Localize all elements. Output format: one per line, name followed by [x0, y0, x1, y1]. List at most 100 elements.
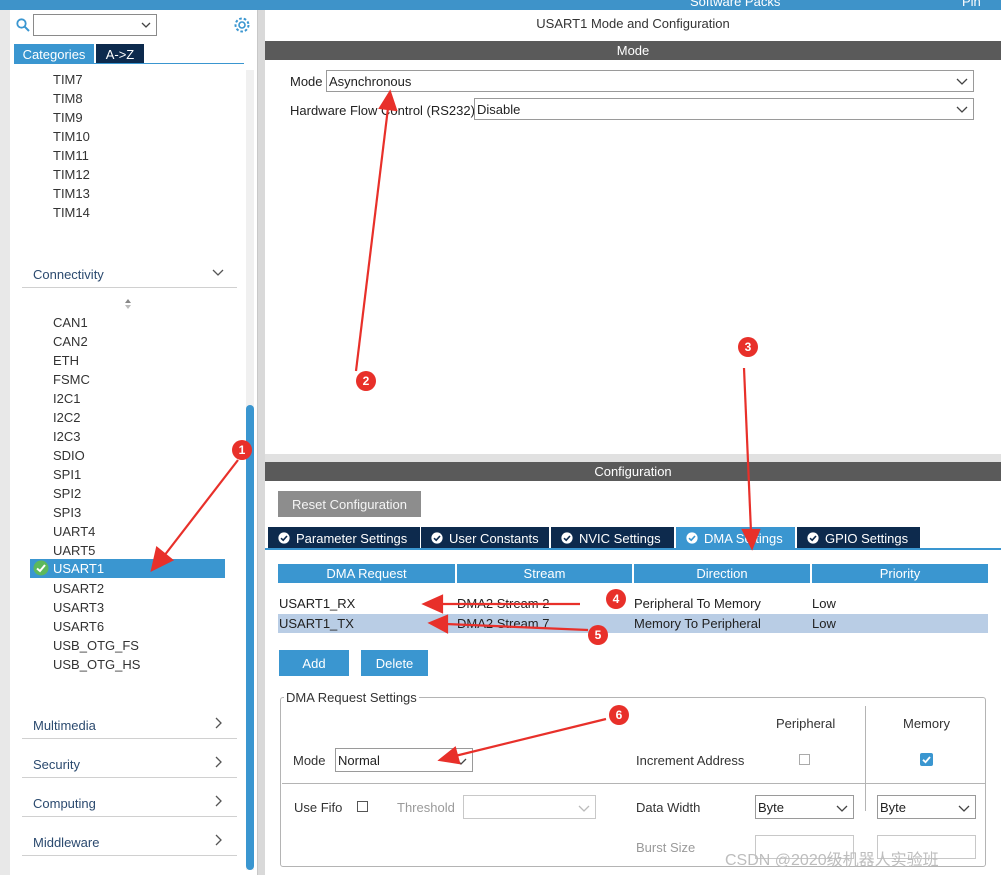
configuration-section-header: Configuration — [265, 462, 1001, 481]
table-row-selected[interactable]: USART1_TX DMA2 Stream 7 Memory To Periph… — [278, 614, 988, 633]
check-circle-icon — [686, 532, 698, 544]
cell-priority: Low — [812, 596, 836, 611]
column-header-direction[interactable]: Direction — [634, 564, 810, 583]
add-button[interactable]: Add — [279, 650, 349, 676]
mode-select[interactable]: Asynchronous — [326, 70, 974, 92]
peripheral-item[interactable]: I2C2 — [53, 410, 80, 425]
category-middleware[interactable]: Middleware — [22, 830, 237, 856]
peripheral-item[interactable]: TIM13 — [53, 186, 90, 201]
annotation-badge: 5 — [588, 625, 608, 645]
peripheral-item[interactable]: USART2 — [53, 581, 104, 596]
reset-configuration-button[interactable]: Reset Configuration — [278, 491, 421, 517]
pinout-menu[interactable]: Pin — [962, 0, 981, 9]
cell-stream: DMA2 Stream 2 — [457, 596, 550, 611]
use-fifo-checkbox[interactable] — [357, 801, 368, 812]
category-security[interactable]: Security — [22, 752, 237, 778]
peripheral-item[interactable]: USB_OTG_HS — [53, 657, 140, 672]
peripheral-item[interactable]: TIM11 — [53, 148, 89, 163]
chevron-down-icon — [141, 22, 151, 28]
tab-user-constants[interactable]: User Constants — [421, 527, 549, 549]
dma-mode-label: Mode — [293, 753, 326, 768]
peripheral-item[interactable]: TIM12 — [53, 167, 90, 182]
peripheral-item[interactable]: CAN1 — [53, 315, 88, 330]
peripheral-item[interactable]: TIM14 — [53, 205, 90, 220]
left-gutter — [0, 10, 10, 875]
column-header-dma-request[interactable]: DMA Request — [278, 564, 455, 583]
annotation-badge: 3 — [738, 337, 758, 357]
memory-data-width-select[interactable]: Byte — [877, 795, 976, 819]
category-label: Security — [33, 757, 80, 772]
category-multimedia[interactable]: Multimedia — [22, 713, 237, 739]
tab-dma-settings[interactable]: DMA Settings — [676, 527, 795, 549]
peripheral-item[interactable]: CAN2 — [53, 334, 88, 349]
peripheral-item[interactable]: UART4 — [53, 524, 95, 539]
group-legend: DMA Request Settings — [284, 690, 419, 705]
watermark: CSDN @2020级机器人实验班 — [725, 852, 939, 869]
annotation-badge: 4 — [606, 589, 626, 609]
category-computing[interactable]: Computing — [22, 791, 237, 817]
chevron-down-icon — [455, 758, 467, 765]
peripheral-item[interactable]: SPI2 — [53, 486, 81, 501]
check-circle-icon — [278, 532, 290, 544]
software-packs-menu[interactable]: Software Packs — [690, 0, 780, 9]
tab-gpio-settings[interactable]: GPIO Settings — [797, 527, 920, 549]
peripheral-item[interactable]: USART3 — [53, 600, 104, 615]
memory-increment-checkbox[interactable] — [920, 753, 933, 766]
gear-icon[interactable] — [232, 15, 252, 35]
column-header-priority[interactable]: Priority — [812, 564, 988, 583]
burst-size-label: Burst Size — [636, 840, 696, 855]
section-splitter[interactable] — [265, 454, 1001, 462]
annotation-badge: 6 — [609, 705, 629, 725]
cell-stream: DMA2 Stream 7 — [457, 616, 550, 631]
flow-control-value: Disable — [477, 102, 521, 117]
peripheral-item[interactable]: I2C1 — [53, 391, 80, 406]
search-icon[interactable] — [14, 14, 32, 36]
dma-mode-select[interactable]: Normal — [335, 748, 473, 772]
peripheral-increment-checkbox[interactable] — [799, 754, 810, 765]
peripheral-item[interactable]: USART6 — [53, 619, 104, 634]
sort-icon[interactable] — [122, 297, 134, 311]
annotation-badge: 1 — [232, 440, 252, 460]
check-circle-icon — [561, 532, 573, 544]
threshold-label: Threshold — [397, 800, 455, 815]
threshold-select[interactable] — [463, 795, 596, 819]
left-scrollbar-thumb[interactable] — [246, 405, 254, 870]
peripheral-item[interactable]: ETH — [53, 353, 79, 368]
tab-a-z[interactable]: A->Z — [96, 44, 144, 64]
peripheral-item[interactable]: TIM10 — [53, 129, 90, 144]
chevron-down-icon — [956, 78, 968, 85]
peripheral-item[interactable]: UART5 — [53, 543, 95, 558]
cell-direction: Peripheral To Memory — [634, 596, 761, 611]
peripheral-item[interactable]: USB_OTG_FS — [53, 638, 139, 653]
peripheral-item[interactable]: SDIO — [53, 448, 85, 463]
peripheral-item[interactable]: SPI3 — [53, 505, 81, 520]
peripheral-item[interactable]: TIM8 — [53, 91, 83, 106]
chevron-down-icon — [956, 106, 968, 113]
panel-splitter[interactable] — [258, 10, 265, 875]
delete-button[interactable]: Delete — [361, 650, 428, 676]
mode-label: Mode — [290, 74, 323, 89]
tab-label: GPIO Settings — [825, 530, 909, 546]
search-input[interactable] — [33, 14, 157, 36]
column-header-stream[interactable]: Stream — [457, 564, 632, 583]
peripheral-item[interactable]: TIM7 — [53, 72, 83, 87]
tab-parameter-settings[interactable]: Parameter Settings — [268, 527, 420, 549]
peripheral-label: USART1 — [53, 561, 105, 576]
peripheral-item[interactable]: I2C3 — [53, 429, 80, 444]
data-width-label: Data Width — [636, 800, 701, 815]
peripheral-item[interactable]: TIM9 — [53, 110, 83, 125]
tab-nvic-settings[interactable]: NVIC Settings — [551, 527, 674, 549]
peripheral-item-usart1-selected[interactable]: USART1 — [30, 559, 225, 578]
chevron-right-icon — [215, 795, 222, 807]
peripheral-data-width-select[interactable]: Byte — [755, 795, 854, 819]
peripheral-item[interactable]: SPI1 — [53, 467, 81, 482]
table-row[interactable]: USART1_RX DMA2 Stream 2 Peripheral To Me… — [278, 594, 988, 613]
tab-label: Parameter Settings — [296, 530, 408, 546]
category-connectivity[interactable]: Connectivity — [22, 262, 237, 288]
memory-column-header: Memory — [903, 716, 950, 731]
tab-categories[interactable]: Categories — [14, 44, 94, 64]
peripheral-item[interactable]: FSMC — [53, 372, 90, 387]
cell-dma-request: USART1_RX — [279, 596, 356, 611]
category-label: Middleware — [33, 835, 100, 850]
flow-control-select[interactable]: Disable — [474, 98, 974, 120]
